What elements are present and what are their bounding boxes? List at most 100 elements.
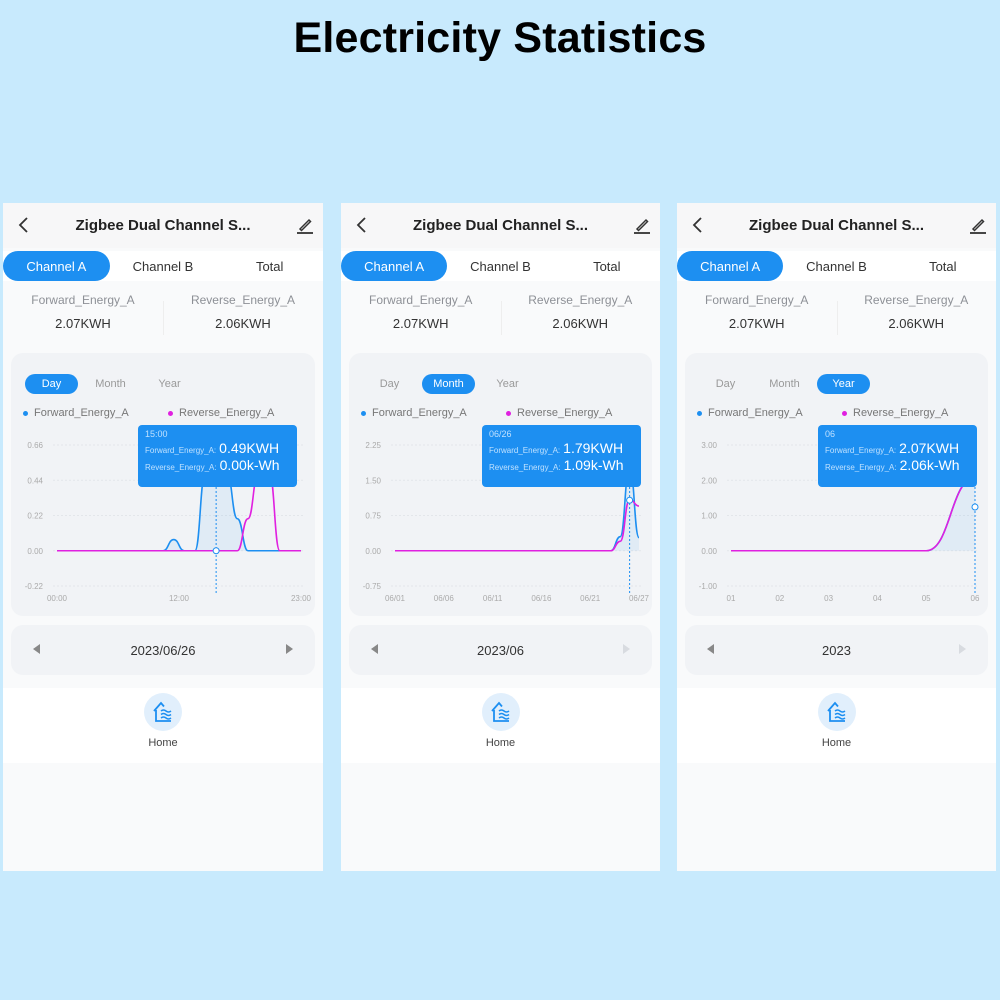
triangle-left-icon[interactable] <box>33 644 40 654</box>
chevron-left-icon[interactable] <box>15 215 33 235</box>
tab-total[interactable]: Total <box>216 251 323 281</box>
energy-value: 2.07KWH <box>55 316 111 331</box>
legend-dot <box>697 410 702 416</box>
highlight-point <box>971 503 979 511</box>
x-tick-label: 02 <box>775 594 784 603</box>
range-year[interactable]: Year <box>143 374 196 394</box>
tab-channel-b[interactable]: Channel B <box>110 251 217 281</box>
legend-dot <box>842 410 847 416</box>
tooltip-time: 15:00 <box>145 429 168 439</box>
range-year[interactable]: Year <box>817 374 870 394</box>
range-day[interactable]: Day <box>699 374 752 394</box>
top-bar: Zigbee Dual Channel S... <box>677 203 996 248</box>
range-year[interactable]: Year <box>481 374 534 394</box>
home-button[interactable] <box>144 693 182 731</box>
triangle-right-icon[interactable] <box>623 644 630 654</box>
phone-screen-month: Zigbee Dual Channel S... Channel A Channe… <box>341 203 660 871</box>
legend-dot <box>506 410 511 416</box>
tooltip-forward-key: Forward_Energy_A: <box>825 446 897 455</box>
tab-channel-b[interactable]: Channel B <box>783 251 889 281</box>
tooltip-forward-key: Forward_Energy_A: <box>489 446 561 455</box>
energy-value: 2.07KWH <box>728 316 785 331</box>
chart-legend: Forward_Energy_A Reverse_Energy_A <box>361 407 652 419</box>
x-tick-label: 06/16 <box>531 594 552 603</box>
pencil-icon[interactable] <box>632 215 652 235</box>
pencil-icon[interactable] <box>968 215 988 235</box>
energy-summary: Forward_Energy_A 2.07KWH Reverse_Energy_A 2… <box>3 293 323 345</box>
legend-item-reverse[interactable]: Reverse_Energy_A <box>168 407 313 419</box>
phone-screen-year: Zigbee Dual Channel S... Channel A Channe… <box>677 203 996 871</box>
tooltip-reverse-key: Reverse_Energy_A: <box>825 463 897 472</box>
tooltip-time: 06 <box>825 429 836 439</box>
triangle-left-icon[interactable] <box>707 644 714 654</box>
home-button[interactable] <box>481 693 520 731</box>
chart-card: Day Month Year Forward_Energy_A Reverse_Ene… <box>11 353 315 616</box>
device-title: Zigbee Dual Channel S... <box>75 217 251 234</box>
y-tick-label: 0.44 <box>27 476 43 485</box>
range-month[interactable]: Month <box>84 374 137 394</box>
legend-item-forward[interactable]: Forward_Energy_A <box>23 407 168 419</box>
tab-channel-a[interactable]: Channel A <box>677 251 784 281</box>
energy-stat-reverse: Reverse_Energy_A 2.06KWH <box>836 293 997 345</box>
x-tick-label: 00:00 <box>47 594 68 603</box>
x-tick-label: 06/06 <box>434 594 455 603</box>
y-tick-label: 3.00 <box>701 441 717 450</box>
series-area <box>731 477 975 551</box>
bottom-nav: Home <box>3 688 323 763</box>
series-line-forward <box>731 476 976 552</box>
legend-dot <box>361 410 366 416</box>
range-day[interactable]: Day <box>363 374 416 394</box>
y-tick-label: -0.75 <box>363 582 382 591</box>
x-tick-label: 05 <box>922 594 931 603</box>
highlight-point <box>212 547 220 555</box>
x-tick-label: 06/21 <box>580 594 601 603</box>
range-month[interactable]: Month <box>422 374 475 394</box>
energy-value: 2.06KWH <box>888 316 945 331</box>
legend-item-reverse[interactable]: Reverse_Energy_A <box>842 407 987 419</box>
home-waves-icon <box>826 701 845 722</box>
bottom-nav: Home <box>341 688 660 763</box>
range-day[interactable]: Day <box>25 374 78 394</box>
triangle-left-icon[interactable] <box>371 644 378 654</box>
chevron-left-icon[interactable] <box>353 215 371 235</box>
channel-tabs: Channel A Channel B Total <box>3 251 323 281</box>
triangle-right-icon[interactable] <box>286 644 293 654</box>
y-tick-label: 1.50 <box>365 476 381 485</box>
energy-label: Forward_Energy_A <box>31 293 135 307</box>
range-selector: Day Month Year <box>363 374 534 394</box>
energy-stat-forward: Forward_Energy_A 2.07KWH <box>341 293 501 345</box>
y-tick-label: 0.00 <box>365 547 381 556</box>
x-tick-label: 06/27 <box>629 594 650 603</box>
chevron-left-icon[interactable] <box>689 215 707 235</box>
legend-item-forward[interactable]: Forward_Energy_A <box>697 407 842 419</box>
range-month[interactable]: Month <box>758 374 811 394</box>
tooltip-reverse-value: 1.09k-Wh <box>563 457 624 473</box>
legend-label: Reverse_Energy_A <box>179 407 275 419</box>
pencil-icon[interactable] <box>295 215 315 235</box>
tab-channel-a[interactable]: Channel A <box>341 251 448 281</box>
chart-tooltip: 06/26 Forward_Energy_A: 1.79KWH Reverse_E… <box>482 425 641 487</box>
date-navigator: 2023 <box>685 625 988 675</box>
legend-label: Forward_Energy_A <box>34 407 129 419</box>
y-tick-label: 0.00 <box>701 547 717 556</box>
legend-item-reverse[interactable]: Reverse_Energy_A <box>506 407 651 419</box>
y-tick-label: 1.00 <box>701 512 717 521</box>
x-tick-label: 06/01 <box>385 594 406 603</box>
home-button[interactable] <box>817 693 856 731</box>
x-tick-label: 06/11 <box>483 594 503 603</box>
energy-label: Forward_Energy_A <box>369 293 473 307</box>
legend-item-forward[interactable]: Forward_Energy_A <box>361 407 506 419</box>
tab-channel-b[interactable]: Channel B <box>447 251 553 281</box>
tooltip-forward-value: 0.49KWH <box>219 440 280 456</box>
tab-total[interactable]: Total <box>554 251 660 281</box>
channel-tabs: Channel A Channel B Total <box>677 251 996 281</box>
series-line-reverse <box>395 498 640 552</box>
triangle-right-icon[interactable] <box>959 644 966 654</box>
tab-channel-a[interactable]: Channel A <box>3 251 110 281</box>
x-tick-label: 06 <box>971 594 980 603</box>
energy-value: 2.06KWH <box>215 316 271 331</box>
range-selector: Day Month Year <box>699 374 870 394</box>
y-tick-label: -0.22 <box>25 582 44 591</box>
top-bar: Zigbee Dual Channel S... <box>341 203 660 248</box>
tab-total[interactable]: Total <box>890 251 996 281</box>
